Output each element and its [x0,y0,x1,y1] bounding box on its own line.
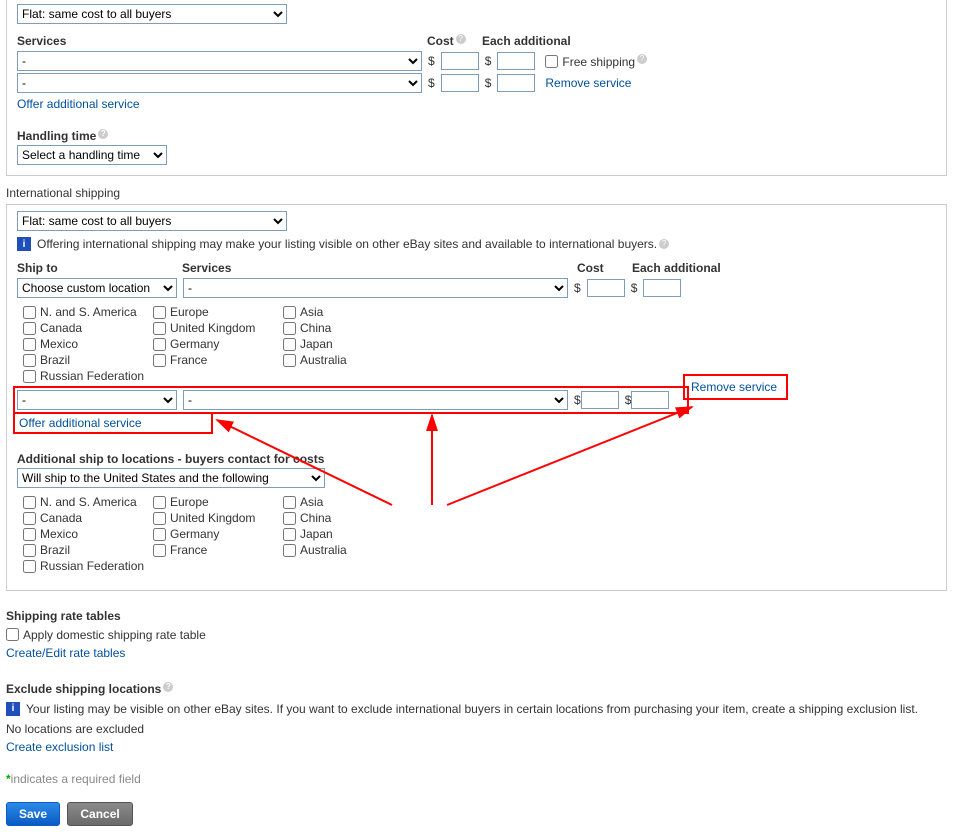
intl-remove-service-link[interactable]: Remove service [691,380,777,394]
region-checkbox[interactable] [153,512,166,525]
exclude-heading: Exclude shipping locations? [6,682,947,696]
region-checkbox[interactable] [283,496,296,509]
region-checkbox[interactable] [283,322,296,335]
services-label: Services [17,34,66,48]
domestic-each-additional-1-input[interactable] [497,52,535,70]
domestic-shipping-panel: Flat: same cost to all buyers Services C… [6,0,947,176]
help-icon[interactable]: ? [163,682,173,692]
region-checkbox[interactable] [153,338,166,351]
region-checkbox[interactable] [153,322,166,335]
region-checkbox[interactable] [23,560,36,573]
region-checkbox[interactable] [23,354,36,367]
region-checkbox[interactable] [23,544,36,557]
each-additional-label: Each additional [482,34,571,48]
region-checkbox[interactable] [153,544,166,557]
intl-shipping-panel: Flat: same cost to all buyers i Offering… [6,204,947,591]
intl-shipto-1-select[interactable]: Choose custom location [17,278,177,298]
cancel-button[interactable]: Cancel [67,802,132,826]
additional-locations-label: Additional ship to locations - buyers co… [17,452,936,466]
region-checkbox[interactable] [153,496,166,509]
intl-offer-additional-service-link[interactable]: Offer additional service [19,416,142,430]
region-checkbox[interactable] [283,338,296,351]
domestic-each-additional-2-input[interactable] [497,74,535,92]
required-indicator: *indicates a required field [6,772,947,786]
intl-service-1-select[interactable]: - [183,278,568,298]
free-shipping-label: Free shipping [562,54,635,68]
intl-services-label: Services [182,261,231,275]
exclude-section: Exclude shipping locations? i Your listi… [6,682,947,754]
intl-each-additional-label: Each additional [632,261,721,275]
region-checkbox[interactable] [283,306,296,319]
annotation-box-offer: Offer additional service [13,412,213,434]
intl-service-row-1: Choose custom location - $ $ [17,278,936,298]
rate-tables-heading: Shipping rate tables [6,609,947,623]
help-icon[interactable]: ? [637,54,647,64]
intl-each-additional-2-input[interactable] [631,391,669,409]
intl-region-grid-2: N. and S. America Europe Asia Canada Uni… [23,494,936,574]
free-shipping-checkbox[interactable] [545,55,558,68]
region-checkbox[interactable] [23,528,36,541]
handling-time-select[interactable]: Select a handling time [17,145,167,165]
intl-cost-label: Cost [577,261,604,275]
domestic-service-row-2: - $ $ Remove service [17,73,936,93]
intl-region-grid-1: N. and S. America Europe Asia Canada Uni… [23,304,936,384]
create-exclusion-list-link[interactable]: Create exclusion list [6,740,113,754]
intl-shipto-2-select[interactable]: - [17,390,177,410]
region-checkbox[interactable] [153,306,166,319]
annotation-box-row: - - $ $ [13,386,689,414]
help-icon[interactable]: ? [98,129,108,139]
region-checkbox[interactable] [23,306,36,319]
region-checkbox[interactable] [153,354,166,367]
intl-each-additional-1-input[interactable] [643,279,681,297]
domestic-cost-type-select[interactable]: Flat: same cost to all buyers [17,4,287,24]
region-checkbox[interactable] [23,512,36,525]
annotation-box-remove: Remove service [683,374,788,400]
domestic-service-1-select[interactable]: - [17,51,422,71]
region-checkbox[interactable] [23,496,36,509]
domestic-service-2-select[interactable]: - [17,73,422,93]
handling-time-label: Handling time? [17,129,936,143]
remove-service-link[interactable]: Remove service [545,76,631,90]
save-button[interactable]: Save [6,802,60,826]
cost-label: Cost [427,34,454,48]
region-checkbox[interactable] [153,528,166,541]
region-checkbox[interactable] [23,322,36,335]
domestic-service-row-1: - $ $ Free shipping? [17,51,936,71]
domestic-cost-1-input[interactable] [441,52,479,70]
region-checkbox[interactable] [283,512,296,525]
info-icon: i [6,702,20,716]
rate-tables-section: Shipping rate tables Apply domestic ship… [6,609,947,660]
region-checkbox[interactable] [283,354,296,367]
region-checkbox[interactable] [283,528,296,541]
exclude-info-text: Your listing may be visible on other eBa… [26,702,918,716]
additional-locations-select[interactable]: Will ship to the United States and the f… [17,468,325,488]
intl-shipping-heading: International shipping [6,186,947,200]
region-checkbox[interactable] [23,370,36,383]
help-icon[interactable]: ? [456,34,466,44]
exclude-none-text: No locations are excluded [6,722,947,736]
info-icon: i [17,237,31,251]
create-edit-rate-tables-link[interactable]: Create/Edit rate tables [6,646,125,660]
help-icon[interactable]: ? [659,239,669,249]
ship-to-label: Ship to [17,261,58,275]
intl-service-2-select[interactable]: - [183,390,568,410]
intl-cost-2-input[interactable] [581,391,619,409]
domestic-cost-2-input[interactable] [441,74,479,92]
offer-additional-service-link[interactable]: Offer additional service [17,97,140,111]
intl-cost-type-select[interactable]: Flat: same cost to all buyers [17,211,287,231]
intl-info-text: Offering international shipping may make… [37,237,657,251]
apply-domestic-rate-table-label: Apply domestic shipping rate table [23,628,206,642]
apply-domestic-rate-table-checkbox[interactable] [6,628,19,641]
intl-cost-1-input[interactable] [587,279,625,297]
region-checkbox[interactable] [23,338,36,351]
region-checkbox[interactable] [283,544,296,557]
